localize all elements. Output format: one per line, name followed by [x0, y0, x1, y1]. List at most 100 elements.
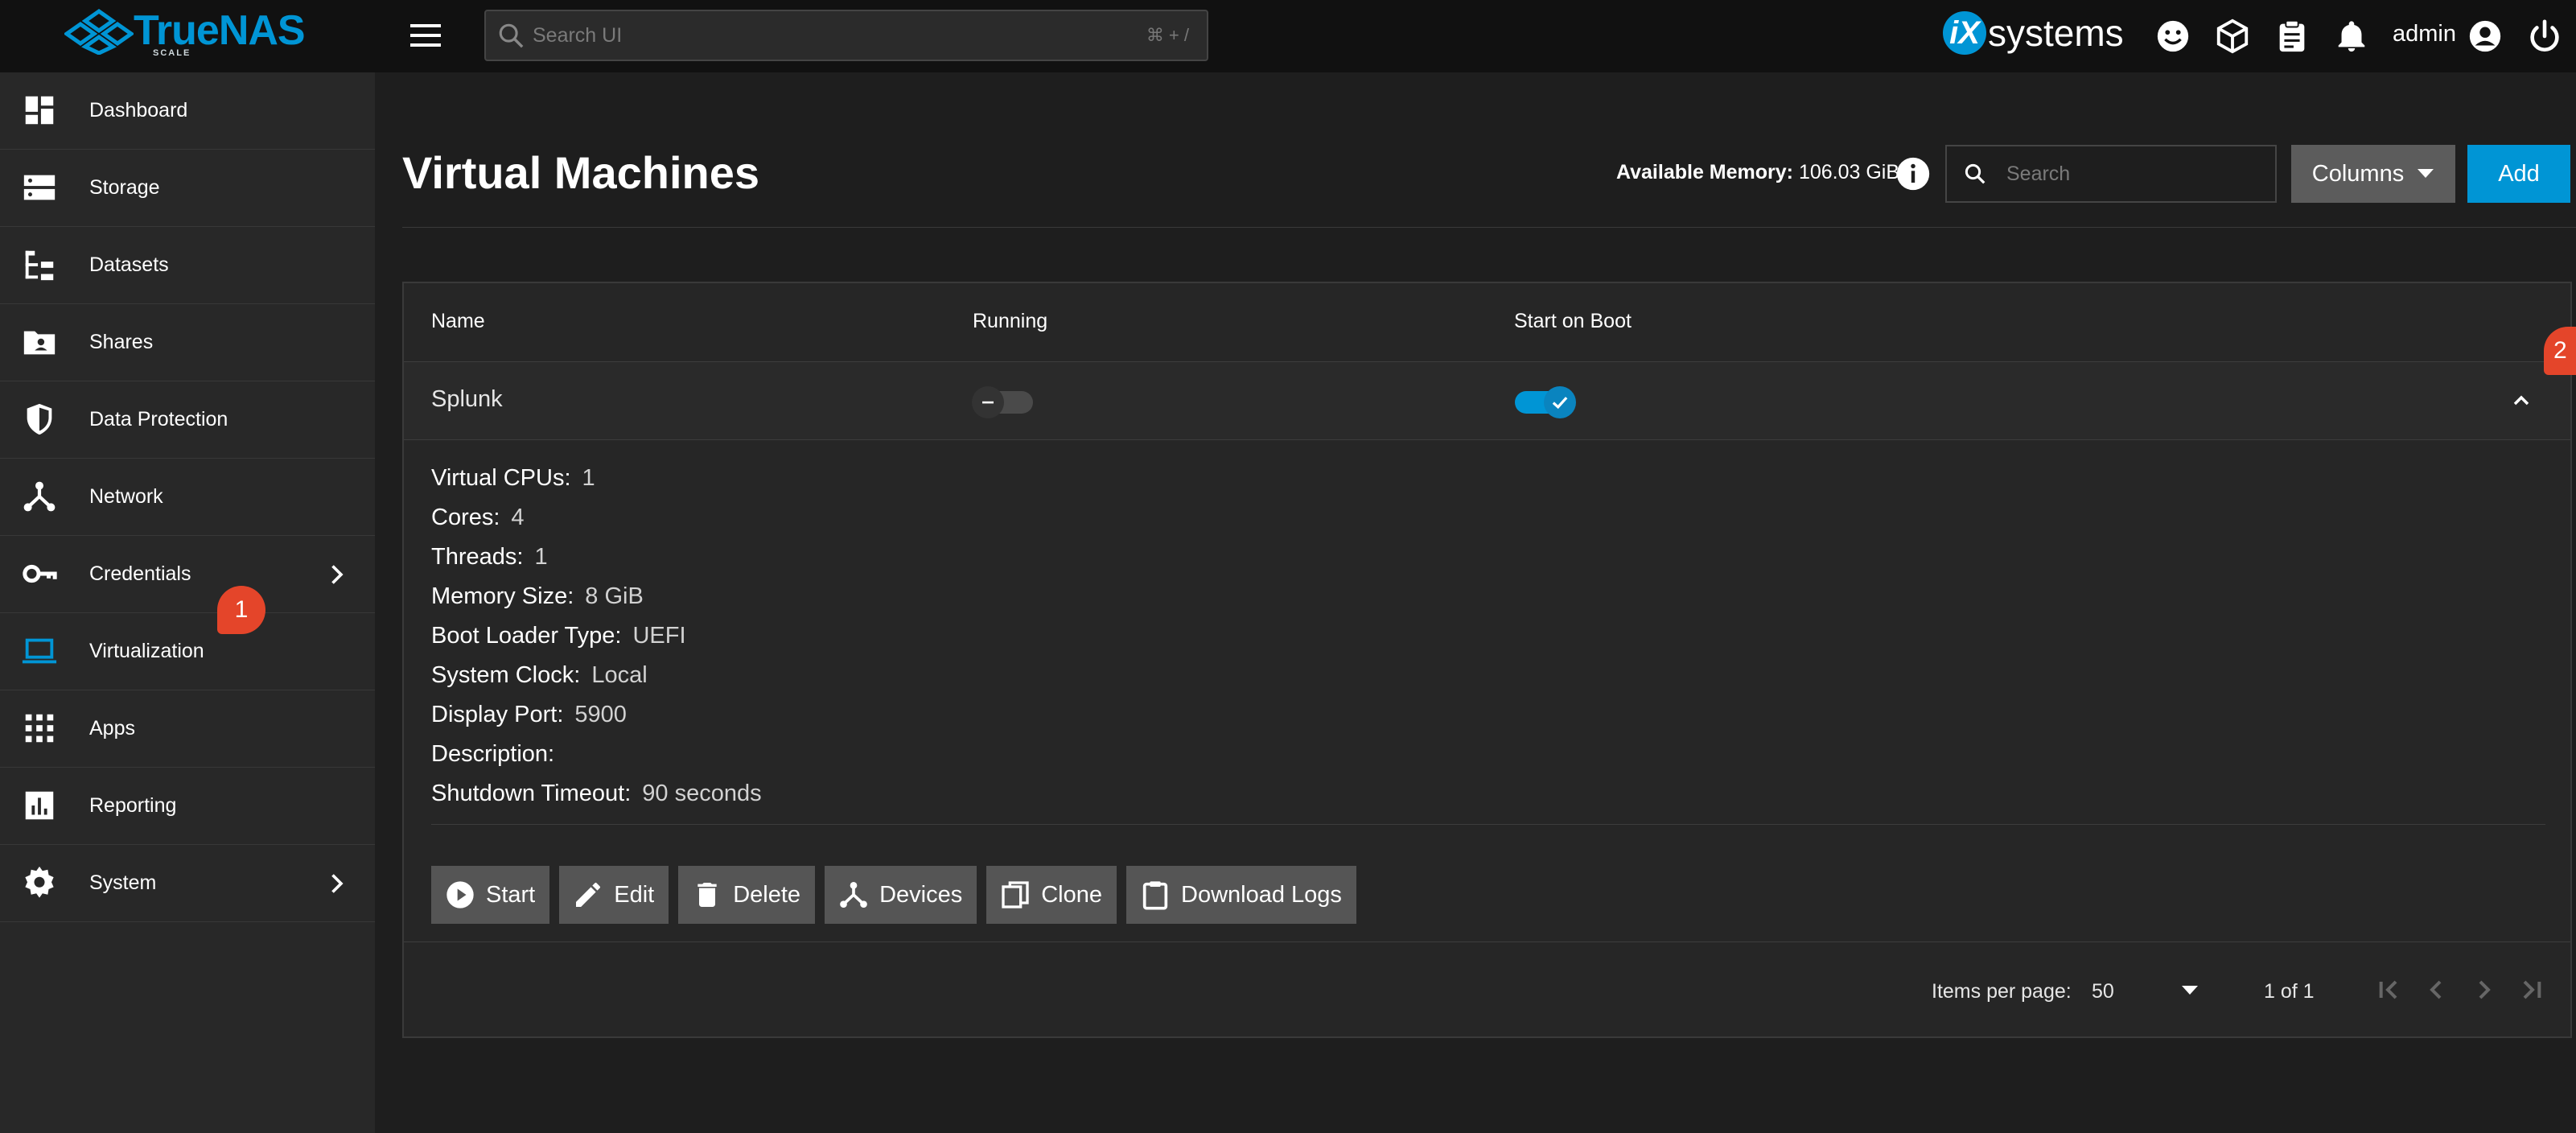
page-range: 1 of 1: [2264, 980, 2315, 1003]
truecommand-icon[interactable]: [2214, 18, 2251, 55]
sidebar-item-apps[interactable]: Apps: [0, 690, 375, 768]
vm-details: Virtual CPUs: 1 Cores: 4 Threads: 1 Memory …: [431, 465, 762, 820]
sidebar-item-label: Credentials: [89, 562, 191, 585]
available-memory: Available Memory: 106.03 GiB: [1616, 161, 1899, 184]
detail-key: Boot Loader Type:: [431, 623, 622, 649]
column-header-running[interactable]: Running: [973, 310, 1047, 333]
shield-icon: [27, 403, 52, 435]
items-per-page-select[interactable]: 50: [2092, 972, 2212, 1011]
sidebar-item-label: Network: [89, 485, 163, 508]
detail-value: Local: [591, 662, 648, 688]
devices-button[interactable]: Devices: [825, 866, 977, 924]
caret-down-icon: [2182, 986, 2198, 995]
notifications-bell-icon[interactable]: [2333, 18, 2370, 55]
first-page-icon[interactable]: [2372, 974, 2404, 1006]
storage-icon: [23, 175, 56, 200]
add-vm-button[interactable]: Add: [2467, 145, 2570, 203]
next-page-icon[interactable]: [2468, 974, 2500, 1006]
running-toggle[interactable]: [972, 386, 1033, 418]
previous-page-icon[interactable]: [2420, 974, 2452, 1006]
chevron-right-icon: [331, 874, 344, 893]
detail-display-port: Display Port: 5900: [431, 702, 762, 741]
truenas-logo[interactable]: TrueNAS SCALE: [64, 6, 306, 58]
sidebar-item-datasets[interactable]: Datasets: [0, 227, 375, 304]
sidebar-item-data-protection[interactable]: Data Protection: [0, 381, 375, 459]
delete-button[interactable]: Delete: [678, 866, 816, 924]
step-badge-1: 1: [217, 586, 265, 634]
vm-name: Splunk: [431, 386, 503, 412]
actions-divider: [431, 824, 2545, 825]
account-circle-icon[interactable]: [2467, 18, 2504, 55]
toggle-knob: [1544, 386, 1576, 418]
detail-key: System Clock:: [431, 662, 581, 688]
delete-label: Delete: [733, 881, 801, 908]
download-logs-label: Download Logs: [1181, 881, 1342, 908]
trash-icon: [697, 883, 717, 907]
sidebar-item-network[interactable]: Network: [0, 459, 375, 536]
start-button[interactable]: Start: [431, 866, 550, 924]
sidebar-item-credentials[interactable]: Credentials: [0, 536, 375, 613]
columns-label: Columns: [2311, 160, 2405, 187]
detail-system-clock: System Clock: Local: [431, 662, 762, 702]
chevron-right-icon: [331, 565, 344, 584]
minus-icon: [982, 401, 994, 404]
edit-label: Edit: [614, 881, 655, 908]
sidebar-item-label: Virtualization: [89, 640, 204, 662]
check-icon: [1552, 397, 1568, 410]
feedback-smiley-icon[interactable]: [2154, 18, 2191, 55]
sidebar-item-storage[interactable]: Storage: [0, 150, 375, 227]
columns-button[interactable]: Columns: [2291, 145, 2455, 203]
apps-grid-icon: [25, 714, 54, 743]
edit-button[interactable]: Edit: [559, 866, 669, 924]
column-header-name[interactable]: Name: [431, 310, 485, 333]
vm-search-field[interactable]: [2006, 162, 2264, 186]
network-icon: [23, 481, 56, 512]
copy-icon: [1002, 881, 1029, 908]
last-page-icon[interactable]: [2516, 974, 2549, 1006]
username-label[interactable]: admin: [2393, 21, 2456, 47]
sidebar-item-label: Storage: [89, 176, 160, 199]
sidebar-item-reporting[interactable]: Reporting: [0, 768, 375, 845]
datasets-icon: [25, 250, 54, 281]
sidebar-item-label: Apps: [89, 717, 135, 740]
detail-memory-size: Memory Size: 8 GiB: [431, 583, 762, 623]
table-row[interactable]: Splunk: [404, 362, 2570, 439]
logo-text: TrueNAS: [134, 7, 306, 54]
header-divider: [402, 227, 2576, 228]
power-icon[interactable]: [2526, 18, 2563, 55]
items-per-page-value: 50: [2092, 980, 2114, 1003]
ixsystems-logo[interactable]: iX systems: [1943, 11, 2124, 55]
detail-key: Shutdown Timeout:: [431, 781, 632, 806]
detail-description: Description:: [431, 741, 762, 781]
caret-down-icon: [2418, 169, 2434, 178]
collapse-chevron-up-icon[interactable]: [2505, 388, 2537, 414]
clipboard-icon: [1142, 881, 1168, 910]
clone-button[interactable]: Clone: [986, 866, 1117, 924]
sidebar-item-shares[interactable]: Shares: [0, 304, 375, 381]
vm-search-input[interactable]: [1945, 145, 2277, 203]
detail-key: Cores:: [431, 505, 500, 530]
available-memory-label: Available Memory:: [1616, 161, 1793, 183]
dashboard-icon: [25, 96, 54, 125]
hamburger-menu-icon[interactable]: [409, 21, 442, 50]
vm-actions: Start Edit Delete Devices Clone Download…: [431, 866, 1356, 924]
sidebar-item-virtualization[interactable]: Virtualization: [0, 613, 375, 690]
sidebar-item-system[interactable]: System: [0, 845, 375, 922]
detail-key: Memory Size:: [431, 583, 574, 609]
download-logs-button[interactable]: Download Logs: [1126, 866, 1356, 924]
search-icon: [1965, 163, 1985, 184]
vm-table: Name Running Start on Boot Splunk Virtua…: [402, 282, 2572, 1038]
search-shortcut: ⌘ + /: [1146, 25, 1189, 45]
sidebar-item-label: Data Protection: [89, 408, 228, 431]
clipboard-tasks-icon[interactable]: [2274, 18, 2311, 55]
column-header-start-on-boot[interactable]: Start on Boot: [1514, 310, 1632, 333]
key-icon: [23, 564, 57, 583]
logo-sub: SCALE: [153, 48, 191, 58]
info-icon[interactable]: [1895, 156, 1931, 192]
detail-threads: Threads: 1: [431, 544, 762, 583]
sidebar-item-dashboard[interactable]: Dashboard: [0, 72, 375, 150]
ix-text: systems: [1988, 12, 2124, 54]
detail-virtual-cpus: Virtual CPUs: 1: [431, 465, 762, 505]
global-search-input[interactable]: Search UI ⌘ + /: [484, 10, 1208, 61]
start-on-boot-toggle[interactable]: [1515, 386, 1576, 418]
